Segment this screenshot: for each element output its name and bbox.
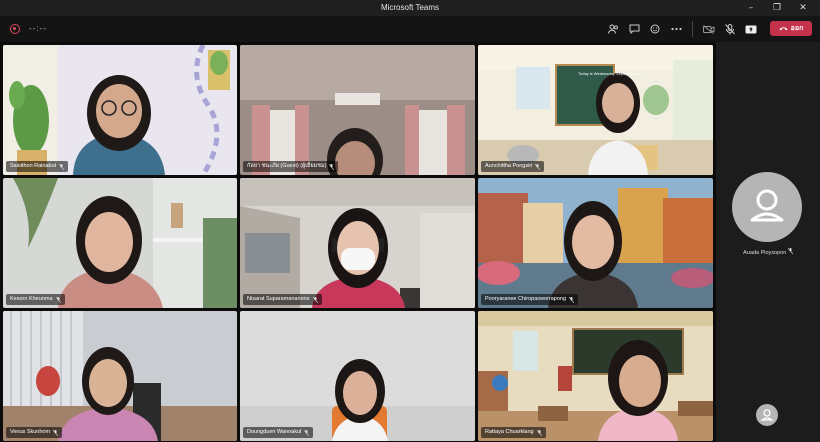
more-icon[interactable] [667, 20, 685, 38]
participant-name: Aunchittha Pongsiri [485, 163, 533, 169]
participant-name: Venus Skunhom [10, 429, 51, 435]
video-grid: Saisithon Rainabut กัลยา ชนะภัย (Guest) … [0, 42, 716, 442]
close-icon[interactable]: ✕ [790, 0, 816, 16]
mic-muted-icon [59, 163, 65, 170]
participant-nametag: Aunchittha Pongsiri [481, 161, 545, 172]
participant-name: กัลยา ชนะภัย (Guest) (ผู้เยี่ยมชม) [247, 163, 327, 169]
chat-icon[interactable] [625, 20, 643, 38]
title-bar: Microsoft Teams – ❐ ✕ [0, 0, 820, 16]
board-title: Today is Wednesday September 15 [578, 71, 642, 76]
video-tile[interactable]: กัลยา ชนะภัย (Guest) (ผู้เยี่ยมชม) [240, 45, 475, 175]
people-icon[interactable] [604, 20, 622, 38]
video-tile[interactable]: Pooryaranee Chiropasworrapong [478, 178, 713, 308]
participant-nametag: Rattaya Chuarklang [481, 427, 546, 438]
participant-nametag: Venus Skunhom [6, 427, 63, 438]
meeting-timer: --:-- [29, 24, 47, 33]
mic-muted-icon [536, 429, 542, 436]
mic-muted-icon [569, 296, 575, 303]
mic-muted-icon [787, 248, 793, 254]
participant-name: Saisithon Rainabut [10, 163, 57, 169]
video-feed [240, 45, 475, 175]
video-feed [240, 178, 475, 308]
video-tile[interactable]: Rattaya Chuarklang [478, 311, 713, 441]
video-feed [3, 311, 237, 441]
video-tile[interactable]: Nisarat Suparamananone [240, 178, 475, 308]
person-icon [750, 189, 784, 222]
leave-button[interactable]: ออก [770, 21, 812, 36]
recording-icon [10, 24, 20, 34]
participant-name: Doungduen Wannakul [247, 429, 302, 435]
reactions-icon[interactable] [646, 20, 664, 38]
participant-nametag: Kesorn Kheunma [6, 294, 65, 305]
video-tile[interactable]: Today is Wednesday September 15 Aunchitt… [478, 45, 713, 175]
video-feed [478, 311, 713, 441]
participant-nametag: Nisarat Suparamananone [243, 294, 322, 305]
person-icon [760, 409, 774, 421]
mic-muted-icon [53, 429, 59, 436]
share-icon[interactable] [742, 20, 760, 38]
video-tile[interactable]: Doungduen Wannakul [240, 311, 475, 441]
window-controls: – ❐ ✕ [738, 0, 816, 16]
mic-off-icon[interactable] [721, 20, 739, 38]
video-feed [478, 178, 713, 308]
mic-muted-icon [329, 163, 335, 170]
video-tile[interactable]: Venus Skunhom [3, 311, 237, 441]
mic-muted-icon [312, 296, 318, 303]
minimize-icon[interactable]: – [738, 0, 764, 16]
participant-nametag: กัลยา ชนะภัย (Guest) (ผู้เยี่ยมชม) [243, 161, 339, 172]
side-participant-nametag: Auada Ploysopon [716, 248, 820, 256]
maximize-icon[interactable]: ❐ [764, 0, 790, 16]
phone-hangup-icon [779, 27, 788, 31]
participant-nametag: Doungduen Wannakul [243, 427, 314, 438]
mic-muted-icon [55, 296, 61, 303]
mic-muted-icon [535, 163, 541, 170]
participant-name: Auada Ploysopon [743, 250, 787, 256]
self-view-avatar[interactable] [756, 404, 778, 426]
side-participant-panel: Auada Ploysopon [716, 42, 820, 442]
window-title: Microsoft Teams [380, 3, 440, 12]
participant-avatar[interactable] [732, 172, 802, 242]
camera-off-icon[interactable] [700, 20, 718, 38]
video-feed: Today is Wednesday September 15 [478, 45, 713, 175]
toolbar-actions [604, 20, 760, 38]
toolbar-divider [692, 21, 693, 37]
video-feed [240, 311, 475, 441]
video-feed [3, 178, 237, 308]
participant-name: Pooryaranee Chiropasworrapong [485, 296, 567, 302]
participant-nametag: Pooryaranee Chiropasworrapong [481, 294, 579, 305]
participant-name: Nisarat Suparamananone [247, 296, 310, 302]
video-tile[interactable]: Kesorn Kheunma [3, 178, 237, 308]
participant-nametag: Saisithon Rainabut [6, 161, 69, 172]
meeting-toolbar: --:-- ออก [0, 16, 820, 42]
video-feed [3, 45, 237, 175]
leave-label: ออก [790, 25, 804, 32]
video-tile[interactable]: Saisithon Rainabut [3, 45, 237, 175]
mic-muted-icon [304, 429, 310, 436]
participant-name: Kesorn Kheunma [10, 296, 53, 302]
participant-name: Rattaya Chuarklang [485, 429, 534, 435]
